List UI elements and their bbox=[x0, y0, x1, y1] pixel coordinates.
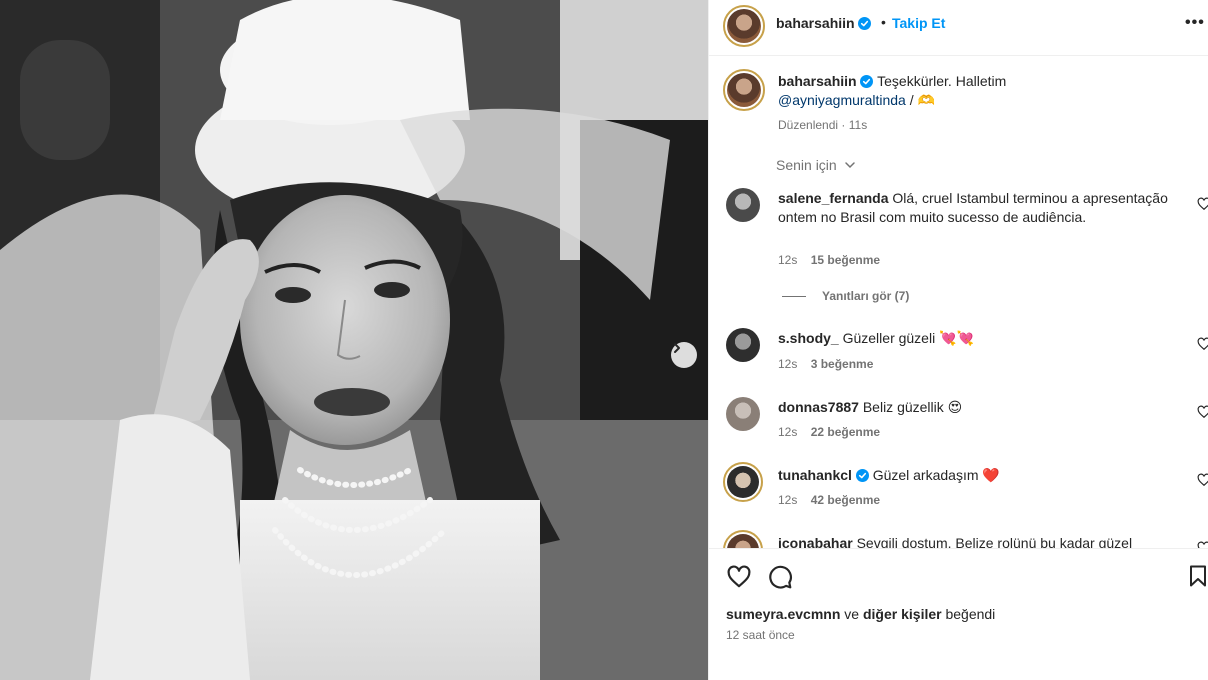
post-header: baharsahiin • Takip Et ••• bbox=[709, 0, 1208, 56]
caption-username[interactable]: baharsahiin bbox=[778, 73, 857, 89]
bookmark-icon[interactable] bbox=[1186, 564, 1208, 588]
comment-likes[interactable]: 15 beğenme bbox=[811, 253, 880, 267]
comment-text: Beliz güzellik 😍 bbox=[862, 399, 963, 415]
comment-meta: 12s 3 beğenme bbox=[778, 357, 873, 371]
post-side-panel: baharsahiin • Takip Et ••• baharsahiin T… bbox=[708, 0, 1208, 680]
comment-text: Güzeller güzeli 💘💘 bbox=[842, 330, 974, 346]
post-media[interactable] bbox=[0, 0, 708, 680]
author-avatar[interactable] bbox=[723, 5, 765, 47]
caption-time: 11s bbox=[848, 118, 868, 132]
comment-icon[interactable] bbox=[767, 564, 793, 590]
post-photo bbox=[0, 0, 708, 680]
comment-likes[interactable]: 42 beğenme bbox=[811, 493, 880, 507]
edited-label: Düzenlendi bbox=[778, 118, 839, 132]
caption: baharsahiin Teşekkürler. Halletim bbox=[778, 73, 1006, 89]
liked-by-suffix: beğendi bbox=[945, 606, 996, 622]
meta-separator: · bbox=[841, 118, 846, 132]
comment-item: tunahankcl Güzel arkadaşım ❤️ bbox=[778, 466, 1168, 485]
liked-by-user[interactable]: sumeyra.evcmnn bbox=[726, 606, 840, 622]
replies-label[interactable]: Yanıtları gör (7) bbox=[822, 289, 909, 303]
comment-sort-dropdown[interactable]: Senin için bbox=[776, 157, 856, 173]
comment-item: s.shody_ Güzeller güzeli 💘💘 bbox=[778, 329, 1168, 348]
caption-avatar-image bbox=[727, 73, 761, 107]
liked-by-others[interactable]: diğer kişiler bbox=[863, 606, 942, 622]
comment-avatar[interactable] bbox=[723, 462, 763, 502]
comment-like-heart-icon[interactable] bbox=[1197, 337, 1208, 351]
liked-by-connector: ve bbox=[844, 606, 860, 622]
header-separator: • bbox=[881, 14, 886, 30]
chevron-right-icon bbox=[674, 343, 680, 353]
comment-like-heart-icon[interactable] bbox=[1197, 197, 1208, 211]
more-options-button[interactable]: ••• bbox=[1185, 14, 1205, 32]
verified-badge-icon bbox=[860, 75, 874, 88]
caption-text: Teşekkürler. Halletim bbox=[877, 73, 1007, 89]
author-username[interactable]: baharsahiin bbox=[776, 15, 872, 31]
next-media-button[interactable] bbox=[671, 342, 697, 368]
author-avatar-image bbox=[727, 9, 761, 43]
heart-icon[interactable] bbox=[726, 564, 752, 590]
comment-username[interactable]: tunahankcl bbox=[778, 467, 852, 483]
chevron-down-icon bbox=[844, 162, 855, 169]
comment-avatar[interactable] bbox=[726, 328, 760, 362]
replies-line bbox=[782, 296, 806, 298]
comment-meta: 12s 15 beğenme bbox=[778, 253, 880, 267]
sort-label: Senin için bbox=[776, 157, 837, 173]
comment-avatar-image bbox=[727, 466, 759, 498]
comment-avatar[interactable] bbox=[726, 397, 760, 431]
liked-by: sumeyra.evcmnn ve diğer kişiler beğendi bbox=[726, 606, 995, 622]
comment-meta: 12s 22 beğenme bbox=[778, 425, 880, 439]
comment-time: 12s bbox=[778, 357, 798, 371]
follow-button[interactable]: Takip Et bbox=[892, 15, 945, 31]
comment-text: Güzel arkadaşım ❤️ bbox=[872, 467, 1000, 483]
verified-badge-icon bbox=[858, 17, 872, 30]
caption-line-2: @ayniyagmuraltinda / 🫶 bbox=[778, 92, 935, 109]
comment-time: 12s bbox=[778, 253, 798, 267]
comment-item: donnas7887 Beliz güzellik 😍 bbox=[778, 398, 1168, 417]
comment-username[interactable]: salene_fernanda bbox=[778, 190, 889, 206]
view-replies-button[interactable]: Yanıtları gör (7) bbox=[782, 289, 909, 303]
caption-meta: Düzenlendi · 11s bbox=[778, 118, 867, 132]
comment-time: 12s bbox=[778, 425, 798, 439]
comment-likes[interactable]: 3 beğenme bbox=[811, 357, 874, 371]
comment-username[interactable]: s.shody_ bbox=[778, 330, 839, 346]
caption-suffix: / 🫶 bbox=[909, 92, 935, 108]
caption-avatar[interactable] bbox=[723, 69, 765, 111]
post-actions: sumeyra.evcmnn ve diğer kişiler beğendi … bbox=[709, 548, 1208, 680]
comment-avatar[interactable] bbox=[726, 188, 760, 222]
post-time[interactable]: 12 saat önce bbox=[726, 628, 795, 642]
comment-like-heart-icon[interactable] bbox=[1197, 473, 1208, 487]
caption-mention[interactable]: @ayniyagmuraltinda bbox=[778, 92, 906, 108]
comment-likes[interactable]: 22 beğenme bbox=[811, 425, 880, 439]
comment-meta: 12s 42 beğenme bbox=[778, 493, 880, 507]
verified-badge-icon bbox=[855, 469, 869, 482]
comment-username[interactable]: donnas7887 bbox=[778, 399, 859, 415]
comment-like-heart-icon[interactable] bbox=[1197, 405, 1208, 419]
author-username-text[interactable]: baharsahiin bbox=[776, 15, 855, 31]
comment-item: salene_fernanda Olá, cruel Istambul term… bbox=[778, 189, 1168, 227]
comment-time: 12s bbox=[778, 493, 798, 507]
